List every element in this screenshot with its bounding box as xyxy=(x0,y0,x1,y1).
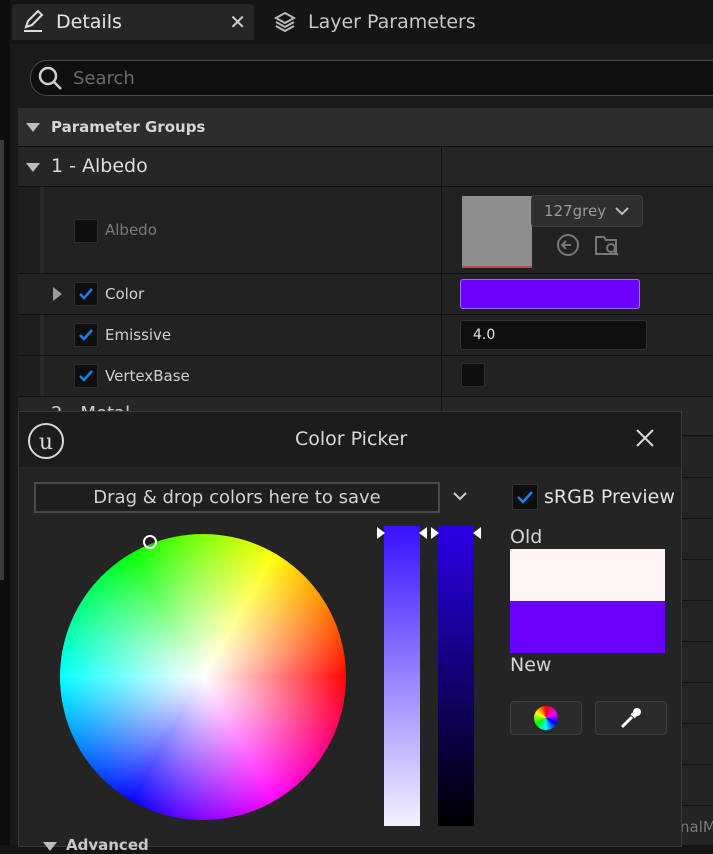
srgb-checkbox[interactable] xyxy=(512,484,538,510)
vertexbase-value-checkbox[interactable] xyxy=(461,363,485,387)
color-override-checkbox[interactable] xyxy=(74,282,98,306)
value-slider-handle[interactable] xyxy=(431,526,481,540)
checkmark-icon xyxy=(79,288,93,300)
expand-arrow-icon xyxy=(26,163,40,172)
emissive-override-checkbox[interactable] xyxy=(74,323,98,347)
albedo-label: Albedo xyxy=(105,221,157,239)
color-picker-title-bar[interactable]: u Color Picker xyxy=(19,412,681,467)
parameter-groups-label: Parameter Groups xyxy=(51,118,206,136)
albedo-override-checkbox[interactable] xyxy=(74,219,98,243)
color-swatch[interactable] xyxy=(460,279,640,309)
emissive-value: 4.0 xyxy=(473,327,496,343)
color-wheel-mode-button[interactable] xyxy=(510,701,582,735)
vertexbase-label: VertexBase xyxy=(105,367,190,385)
color-picker-title: Color Picker xyxy=(295,428,408,450)
background-row xyxy=(680,765,713,806)
partial-text: nalM xyxy=(680,818,713,836)
texture-thumbnail[interactable] xyxy=(462,196,532,268)
close-icon[interactable] xyxy=(633,426,657,454)
param-row-color: Color xyxy=(18,274,713,315)
background-row xyxy=(680,560,713,601)
tab-bar: Details ✕ Layer Parameters xyxy=(10,0,713,44)
vertexbase-override-checkbox[interactable] xyxy=(74,364,98,388)
expand-arrow-icon xyxy=(26,123,40,132)
expand-arrow-icon[interactable] xyxy=(43,842,57,851)
texture-name: 127grey xyxy=(544,202,607,220)
saturation-slider-handle[interactable] xyxy=(377,526,427,540)
old-color-swatch xyxy=(510,549,665,601)
color-wheel[interactable] xyxy=(60,534,346,820)
color-label: Color xyxy=(105,285,145,303)
old-color-label: Old xyxy=(510,526,543,548)
color-save-dropzone[interactable]: Drag & drop colors here to save xyxy=(34,482,440,513)
unreal-logo-icon: u xyxy=(27,422,65,464)
use-selected-asset-icon[interactable] xyxy=(556,233,580,261)
tab-layer-parameters[interactable]: Layer Parameters xyxy=(264,4,484,40)
search-row xyxy=(18,56,713,100)
parameter-groups-header[interactable]: Parameter Groups xyxy=(18,108,713,147)
close-icon[interactable]: ✕ xyxy=(229,10,246,34)
group-albedo-header[interactable]: 1 - Albedo xyxy=(18,147,713,187)
search-input[interactable] xyxy=(71,66,675,90)
checkmark-icon xyxy=(517,491,533,504)
browse-asset-icon[interactable] xyxy=(594,233,620,261)
chevron-down-icon xyxy=(615,207,629,216)
search-icon xyxy=(38,66,62,90)
color-picker-window[interactable]: u Color Picker Drag & drop colors here t… xyxy=(18,411,682,854)
background-row xyxy=(680,519,713,560)
new-color-swatch xyxy=(510,601,665,653)
group-albedo-label: 1 - Albedo xyxy=(51,155,148,177)
left-edge-strip xyxy=(0,0,10,845)
background-row xyxy=(680,642,713,683)
svg-text:u: u xyxy=(39,430,53,455)
tab-details[interactable]: Details ✕ xyxy=(12,4,254,40)
checkmark-icon xyxy=(79,370,93,382)
srgb-label: sRGB Preview xyxy=(544,486,675,508)
srgb-preview-toggle[interactable]: sRGB Preview xyxy=(512,484,675,510)
advanced-label[interactable]: Advanced xyxy=(66,836,149,854)
background-row xyxy=(680,478,713,519)
background-row xyxy=(680,437,713,478)
color-wheel-handle[interactable] xyxy=(143,535,157,549)
background-row xyxy=(680,683,713,724)
emissive-value-field[interactable]: 4.0 xyxy=(460,320,647,350)
new-color-label: New xyxy=(510,654,552,676)
background-row xyxy=(680,724,713,765)
search-box[interactable] xyxy=(30,60,713,96)
param-row-emissive: Emissive 4.0 xyxy=(18,315,713,356)
tab-layer-parameters-label: Layer Parameters xyxy=(308,11,476,33)
param-row-vertexbase: VertexBase xyxy=(18,356,713,397)
edit-icon xyxy=(20,9,46,35)
checkmark-icon xyxy=(79,329,93,341)
tab-details-label: Details xyxy=(56,11,122,33)
value-slider[interactable] xyxy=(438,526,474,826)
texture-dropdown[interactable]: 127grey xyxy=(531,195,643,227)
expand-arrow-icon[interactable] xyxy=(53,287,62,301)
saturation-slider[interactable] xyxy=(384,526,420,826)
color-wheel-icon xyxy=(534,706,558,730)
chevron-down-icon[interactable] xyxy=(451,488,469,507)
background-row xyxy=(680,601,713,642)
dropzone-label: Drag & drop colors here to save xyxy=(93,487,381,508)
background-row: nalM xyxy=(680,806,713,846)
layers-icon xyxy=(272,9,298,35)
eyedropper-icon xyxy=(620,708,641,729)
emissive-label: Emissive xyxy=(105,326,172,344)
eyedropper-button[interactable] xyxy=(595,701,667,735)
